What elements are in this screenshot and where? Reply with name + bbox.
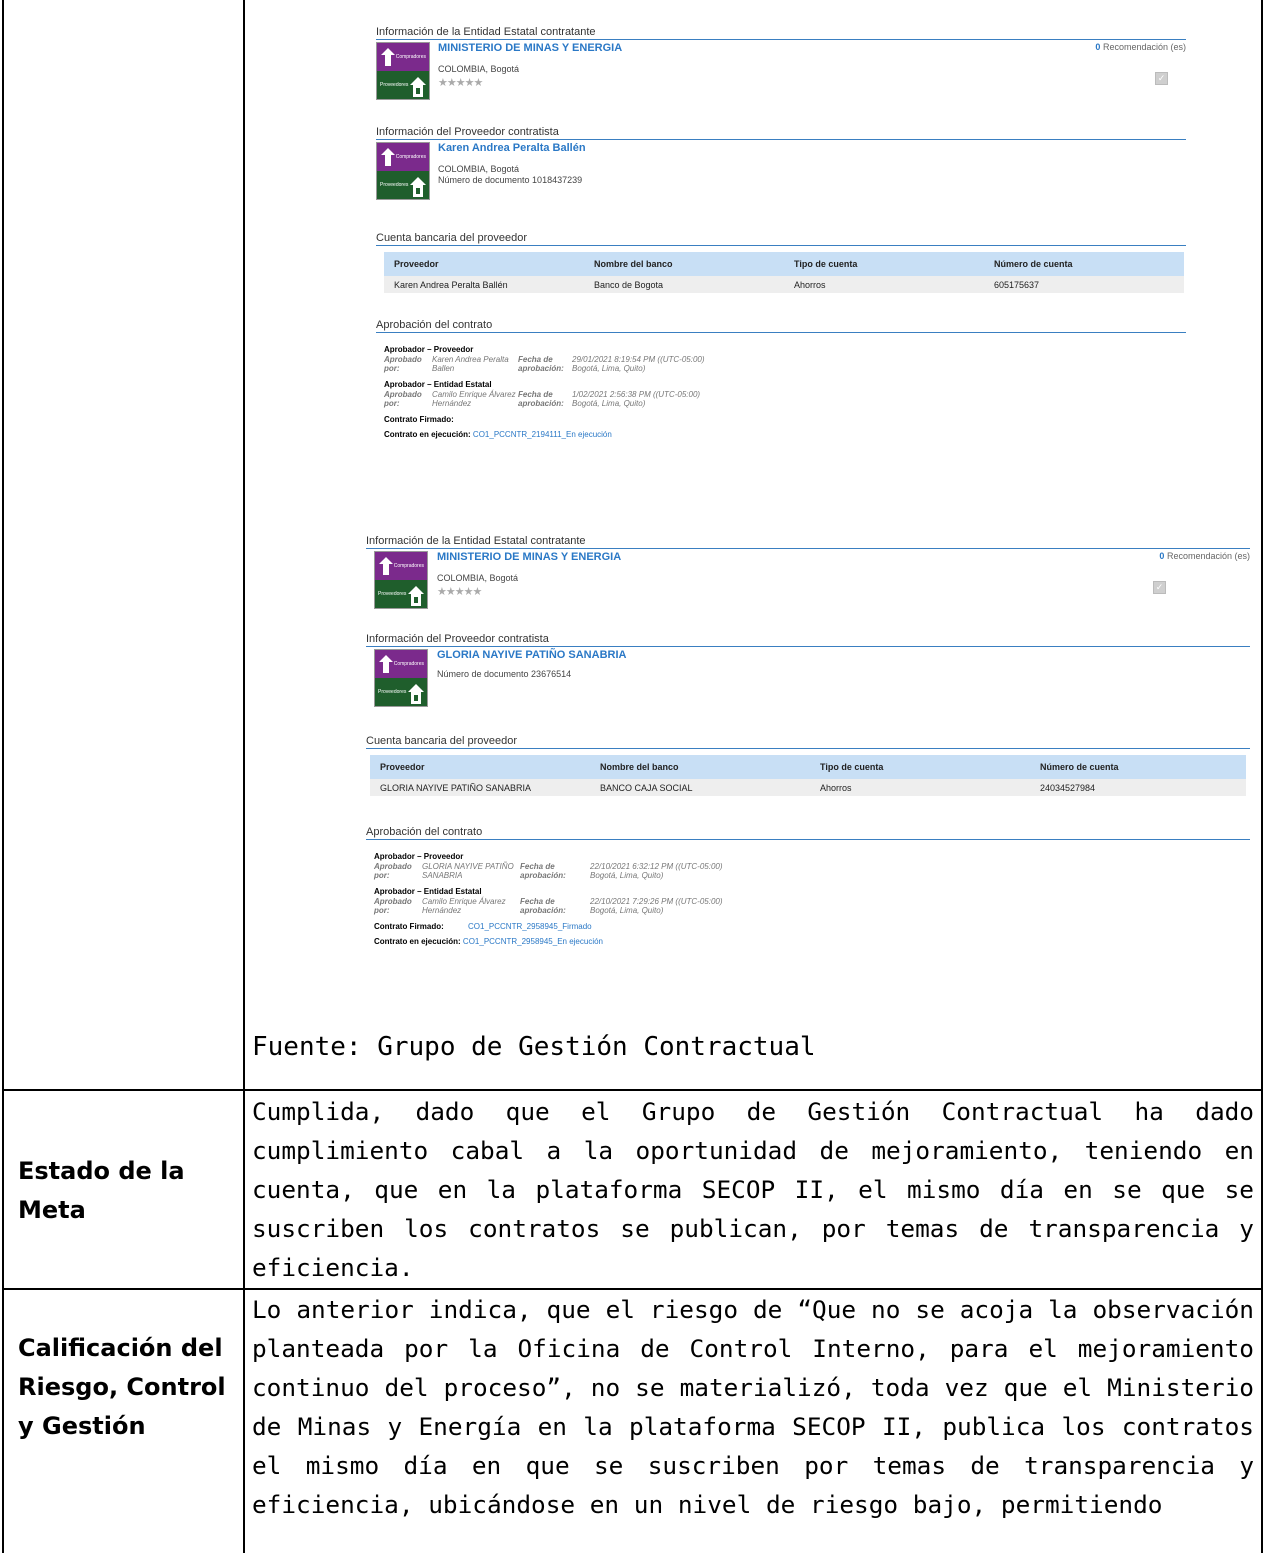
table-border-right	[1261, 0, 1263, 1553]
entity-section-title: Información de la Entidad Estatal contra…	[376, 26, 1186, 40]
provider-card: Compradores Proveedores GLORIA NAYIVE PA…	[366, 649, 1250, 707]
row-label-goal-status: Estado de la Meta	[18, 1157, 185, 1224]
col-type: Tipo de cuenta	[784, 252, 984, 276]
provider-doc: Número de documento 23676514	[437, 669, 572, 679]
signed-link[interactable]: CO1_PCCNTR_2958945_Firmado	[468, 922, 592, 931]
table-border-divider	[243, 0, 245, 1553]
recommendations[interactable]: 0 Recomendación (es)	[1159, 551, 1250, 561]
approval-section-title: Aprobación del contrato	[366, 826, 1250, 840]
provider-section-title: Información del Proveedor contratista	[376, 126, 1186, 140]
row-label-risk-rating: Calificación del Riesgo, Control y Gesti…	[18, 1334, 226, 1440]
bank-table: Proveedor Nombre del banco Tipo de cuent…	[384, 252, 1184, 293]
entity-name-link[interactable]: MINISTERIO DE MINAS Y ENERGIA	[437, 551, 621, 563]
checkbox-icon[interactable]: ✓	[1155, 72, 1168, 85]
provider-section-title: Información del Proveedor contratista	[366, 633, 1250, 647]
provider-doc: Número de documento 1018437239	[438, 175, 583, 185]
checkbox-icon[interactable]: ✓	[1153, 581, 1166, 594]
buyer-icon	[379, 655, 393, 673]
entity-card: Compradores Proveedores MINISTERIO DE MI…	[366, 551, 1250, 609]
buyer-icon	[379, 557, 393, 575]
execution-link[interactable]: CO1_PCCNTR_2958945_En ejecución	[463, 937, 603, 946]
secop-logo: Compradores Proveedores	[376, 42, 430, 100]
bank-section-title: Cuenta bancaria del proveedor	[366, 735, 1250, 749]
bank-header-row: Proveedor Nombre del banco Tipo de cuent…	[370, 755, 1246, 779]
row-divider-1	[2, 1089, 1262, 1091]
approval-section-title: Aprobación del contrato	[376, 319, 1186, 333]
table-row: GLORIA NAYIVE PATIÑO SANABRIA BANCO CAJA…	[370, 779, 1246, 796]
bank-header-row: Proveedor Nombre del banco Tipo de cuent…	[384, 252, 1184, 276]
recommendations[interactable]: 0 Recomendación (es)	[1095, 42, 1186, 52]
col-provider: Proveedor	[384, 252, 584, 276]
provider-card: Compradores Proveedores Karen Andrea Per…	[376, 142, 1186, 200]
contract-signed: Contrato Firmado: CO1_PCCNTR_2958945_Firm…	[374, 922, 592, 931]
document-table: Información de la Entidad Estatal contra…	[0, 0, 1264, 1553]
bank-table: Proveedor Nombre del banco Tipo de cuent…	[370, 755, 1246, 796]
col-bank: Nombre del banco	[584, 252, 784, 276]
entity-card: Compradores Proveedores MINISTERIO DE MI…	[376, 42, 1186, 100]
entity-location: COLOMBIA, Bogotá	[438, 64, 520, 74]
provider-name-link[interactable]: Karen Andrea Peralta Ballén	[438, 142, 586, 154]
provider-name-link[interactable]: GLORIA NAYIVE PATIÑO SANABRIA	[437, 649, 626, 661]
rating-stars: ★★★★★	[438, 77, 483, 89]
provider-location: COLOMBIA, Bogotá Número de documento 1018…	[438, 164, 583, 185]
supplier-icon	[410, 177, 426, 197]
contract-signed: Contrato Firmado:	[384, 415, 454, 424]
buyer-icon	[381, 48, 395, 66]
entity-location: COLOMBIA, Bogotá	[437, 573, 519, 583]
secop-screenshot-2: Información de la Entidad Estatal contra…	[366, 535, 1250, 946]
secop-logo: Compradores Proveedores	[374, 551, 428, 609]
entity-section-title: Información de la Entidad Estatal contra…	[366, 535, 1250, 549]
secop-logo: Compradores Proveedores	[376, 142, 430, 200]
bank-section-title: Cuenta bancaria del proveedor	[376, 232, 1186, 246]
row-text-goal-status: Cumplida, dado que el Grupo de Gestión C…	[252, 1097, 1254, 1282]
secop-screenshot-1: Información de la Entidad Estatal contra…	[376, 26, 1186, 439]
contract-execution: Contrato en ejecución: CO1_PCCNTR_219411…	[384, 430, 612, 439]
approval-block: Aprobador – Proveedor Aprobado por: Karen…	[384, 345, 1186, 439]
contract-execution: Contrato en ejecución: CO1_PCCNTR_295894…	[374, 937, 604, 946]
row-text-risk-rating: Lo anterior indica, que el riesgo de “Qu…	[252, 1295, 1254, 1519]
rating-stars: ★★★★★	[437, 586, 482, 598]
supplier-icon	[408, 586, 424, 606]
table-row: Karen Andrea Peralta Ballén Banco de Bog…	[384, 276, 1184, 293]
entity-name-link[interactable]: MINISTERIO DE MINAS Y ENERGIA	[438, 42, 622, 54]
col-number: Número de cuenta	[984, 252, 1184, 276]
execution-link[interactable]: CO1_PCCNTR_2194111_En ejecución	[473, 430, 612, 439]
supplier-icon	[410, 77, 426, 97]
supplier-icon	[408, 684, 424, 704]
approval-block: Aprobador – Proveedor Aprobado por: GLORI…	[374, 852, 1250, 946]
table-border-left	[2, 0, 4, 1553]
secop-logo: Compradores Proveedores	[374, 649, 428, 707]
source-note: Fuente: Grupo de Gestión Contractual	[252, 1032, 816, 1062]
buyer-icon	[381, 148, 395, 166]
